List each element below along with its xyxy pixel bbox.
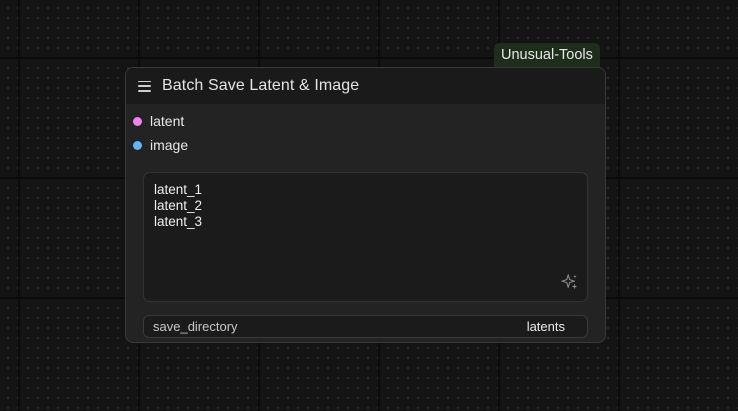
input-slot-image[interactable]: image [133, 137, 188, 153]
textarea-line: latent_1 [154, 182, 203, 197]
textarea-line: latent_3 [154, 214, 203, 229]
filename-list-textarea[interactable]: latent_1 latent_2 latent_3 [143, 172, 588, 302]
node-header[interactable]: Batch Save Latent & Image [126, 68, 605, 104]
input-slot-label: image [150, 137, 189, 153]
textarea-line: latent_2 [154, 198, 203, 213]
combo-label: save_directory [153, 319, 238, 334]
menu-icon[interactable] [138, 80, 151, 92]
image-slot-dot[interactable] [133, 140, 142, 150]
save-directory-combo[interactable]: save_directory latents [143, 315, 588, 338]
batch-save-node[interactable]: Batch Save Latent & Image latent image l… [125, 67, 606, 343]
sparkle-icon[interactable] [561, 273, 579, 291]
node-source-badge: Unusual-Tools [494, 43, 600, 67]
combo-value: latents [526, 319, 565, 334]
input-slot-latent[interactable]: latent [133, 113, 184, 129]
input-slot-label: latent [150, 113, 185, 129]
node-title: Batch Save Latent & Image [162, 77, 360, 94]
latent-slot-dot[interactable] [133, 116, 142, 126]
graph-canvas[interactable]: Unusual-Tools Batch Save Latent & Image … [0, 0, 738, 411]
